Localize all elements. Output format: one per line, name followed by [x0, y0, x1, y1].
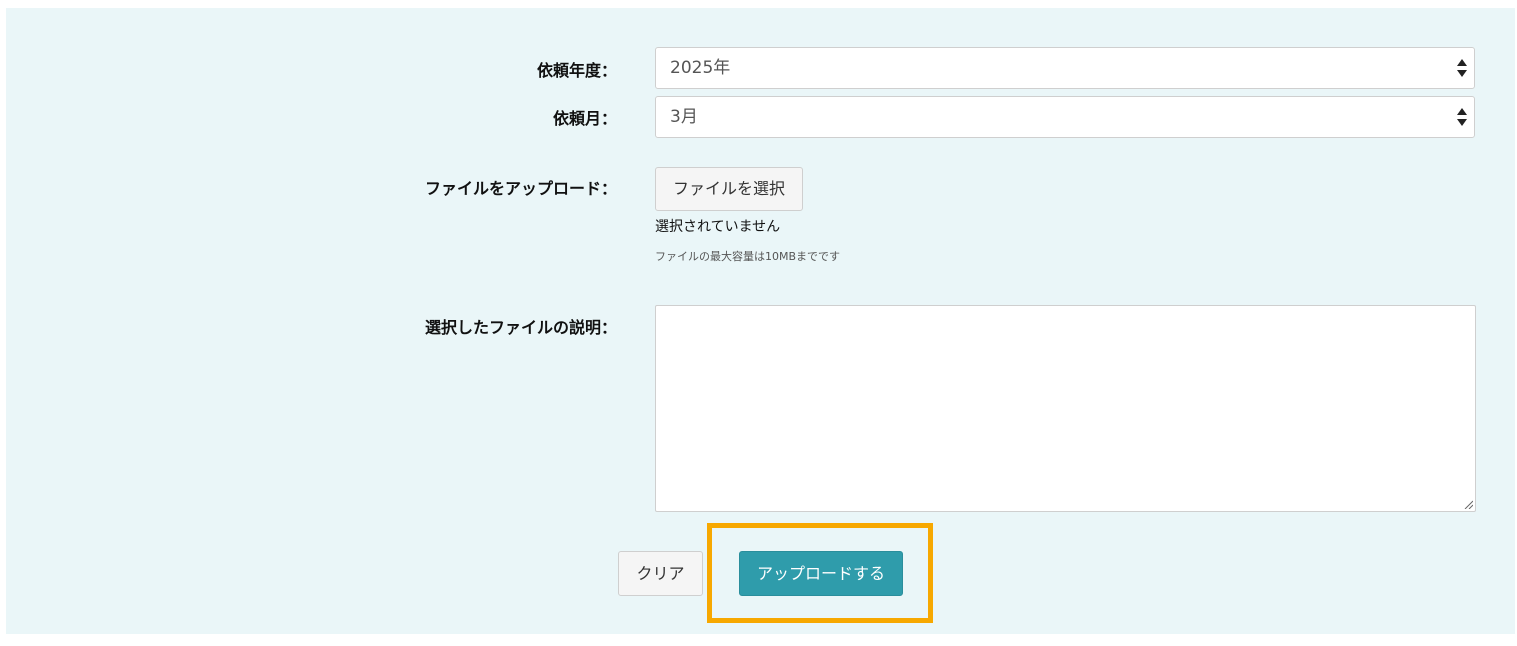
choose-file-button[interactable]: ファイルを選択 [655, 167, 803, 211]
description-label: 選択したファイルの説明： [424, 318, 617, 337]
upload-button[interactable]: アップロードする [739, 551, 903, 596]
year-label: 依頼年度： [536, 61, 617, 80]
select-arrows-icon [1457, 59, 1467, 77]
select-arrows-icon [1457, 108, 1467, 126]
month-label: 依頼月： [552, 109, 617, 128]
year-select-value: 2025年 [670, 58, 731, 78]
resize-grip-icon[interactable] [1463, 499, 1473, 509]
file-status-text: 選択されていません [655, 219, 781, 235]
month-select[interactable]: 3月 [655, 96, 1475, 138]
year-select[interactable]: 2025年 [655, 47, 1475, 89]
description-textarea[interactable] [655, 305, 1476, 512]
file-size-hint: ファイルの最大容量は10MBまでです [655, 250, 841, 263]
file-upload-label: ファイルをアップロード： [424, 179, 617, 198]
month-select-value: 3月 [670, 107, 698, 127]
clear-button[interactable]: クリア [618, 551, 703, 596]
